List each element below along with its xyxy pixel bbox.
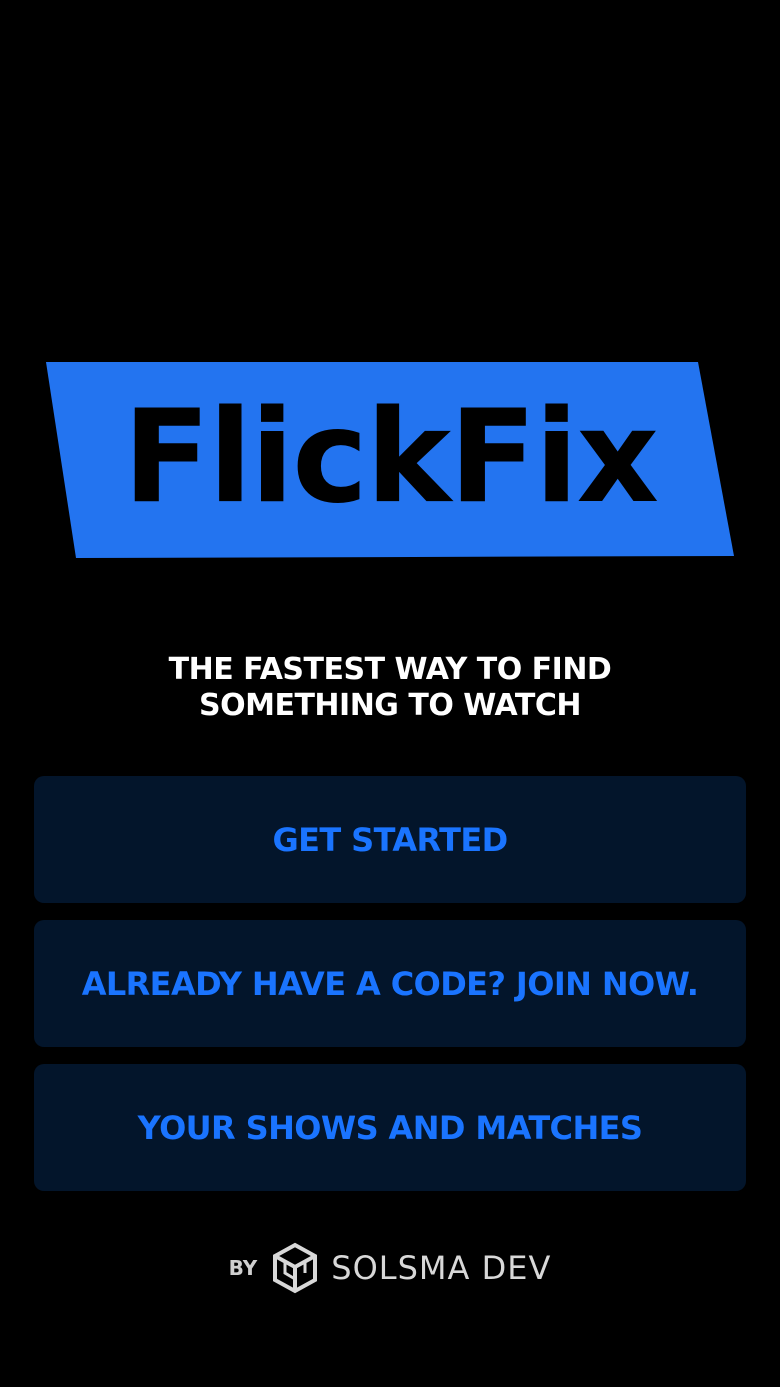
shows-and-matches-button[interactable]: YOUR SHOWS AND MATCHES — [34, 1064, 746, 1191]
get-started-button[interactable]: GET STARTED — [34, 776, 746, 903]
hexagon-cube-icon — [271, 1242, 319, 1294]
developer-credit: BY SOLSMA DEV — [0, 1240, 780, 1296]
footer-by-label: BY — [228, 1256, 258, 1280]
tagline: THE FASTEST WAY TO FIND SOMETHING TO WAT… — [0, 652, 780, 724]
app-logo-text: FlickFix — [122, 383, 659, 532]
join-with-code-button[interactable]: ALREADY HAVE A CODE? JOIN NOW. — [34, 920, 746, 1047]
tagline-line-2: SOMETHING TO WATCH — [199, 688, 582, 723]
developer-name: SOLSMA DEV — [331, 1249, 552, 1287]
tagline-line-1: THE FASTEST WAY TO FIND — [168, 652, 612, 687]
